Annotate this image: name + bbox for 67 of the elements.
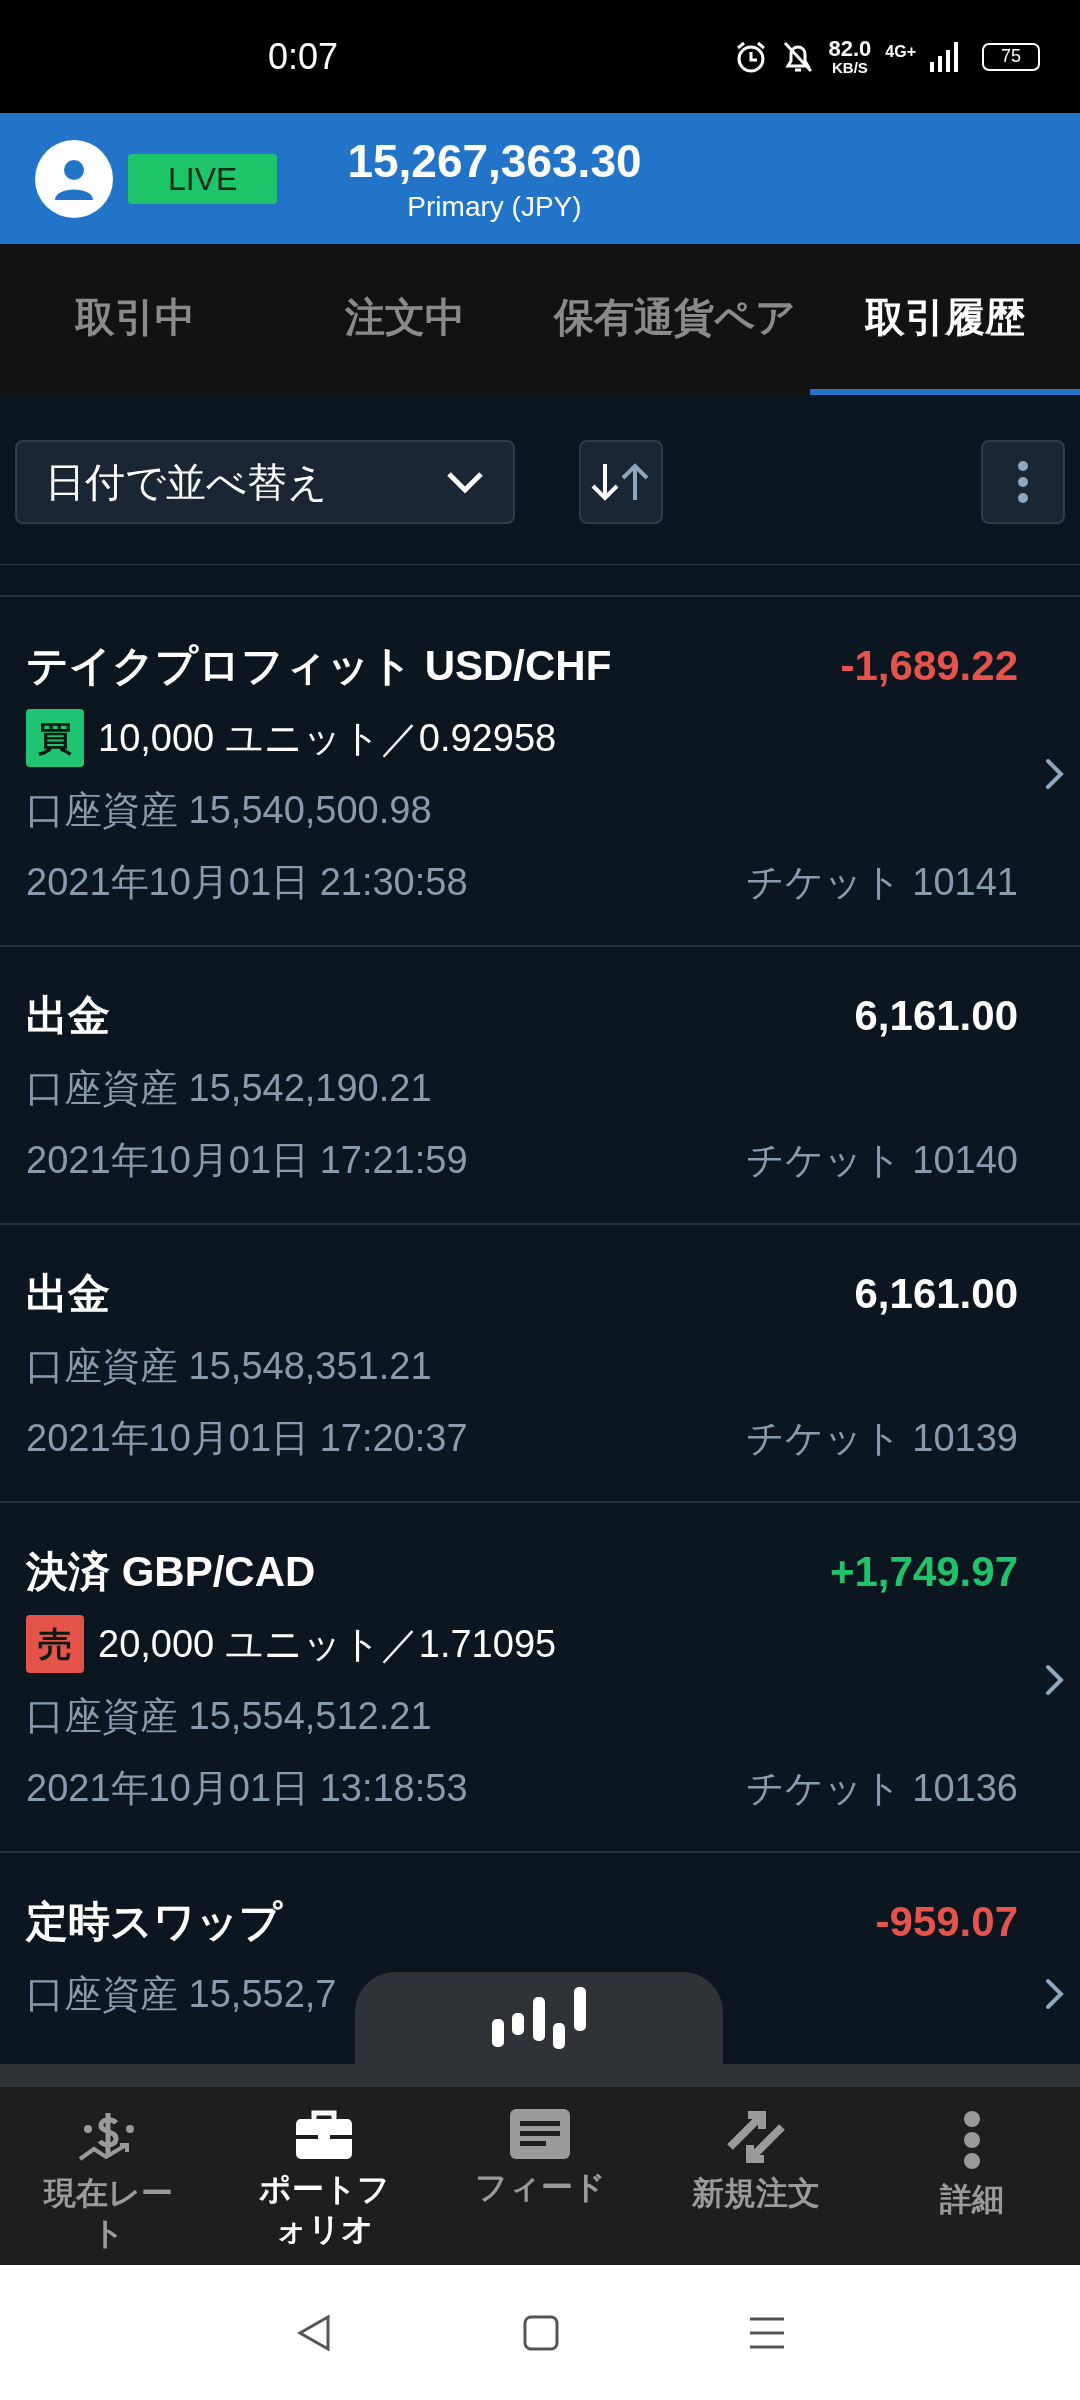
chart-tab-button[interactable] [355,1972,723,2064]
transaction-date: 2021年10月01日 21:30:58 [26,860,468,905]
menu-icon[interactable] [747,2315,786,2350]
network-type: 4G+ [885,42,916,62]
chevron-down-icon [445,470,485,494]
sort-order-button[interactable] [579,440,663,524]
clock-time: 0:07 [268,34,339,79]
transaction-date: 2021年10月01日 13:18:53 [26,1766,468,1811]
transaction-title: 出金 [26,1269,110,1319]
transaction-title: テイクプロフィット USD/CHF [26,641,612,691]
live-badge: LIVE [128,153,278,204]
ticket-number: チケット 10136 [745,1766,1018,1811]
sort-dropdown[interactable]: 日付で並べ替え [15,440,515,524]
account-equity: 口座資産 15,554,512.21 [26,1694,432,1739]
transaction-date: 2021年10月01日 17:21:59 [26,1138,468,1183]
nav-item[interactable]: 現在レート [0,2087,216,2265]
signal-icon [930,41,958,72]
history-row[interactable]: 出金 6,161.00 口座資産 15,542,190.21 2021年10月01日 17:21:59 チケット 10140 [0,945,1080,1223]
transaction-title: 出金 [26,991,110,1041]
transaction-amount: -959.07 [875,1897,1018,1947]
transaction-amount: 6,161.00 [854,1269,1018,1319]
nav-item[interactable]: フィード [432,2087,648,2265]
history-row[interactable]: テイクプロフィット USD/CHF -1,689.22 買 10,000 ユニット／0.92958 口座資産 15,540,500.98 2021年10月01日 21:30:58 チケット 10141 [0,595,1080,945]
chevron-right-icon [1044,757,1066,791]
tab[interactable]: 取引中 [0,244,270,395]
swap-arrows-icon [726,2109,786,2165]
network-speed: 82.0 [828,38,872,60]
account-balance: 15,267,363.30 [347,133,642,189]
transaction-amount: -1,689.22 [840,641,1018,691]
bell-off-icon [782,39,815,74]
nav-item[interactable]: 新規注文 [648,2087,864,2265]
more-icon [962,2109,982,2171]
more-options-button[interactable] [981,440,1065,524]
battery-indicator: 75 [982,42,1040,71]
account-equity: 口座資産 15,542,190.21 [26,1066,432,1111]
transaction-date: 2021年10月01日 17:20:37 [26,1416,468,1461]
ticket-number: チケット 10140 [745,1138,1018,1183]
history-row[interactable]: 決済 GBP/CAD +1,749.97 売 20,000 ユニット／1.71095 口座資産 15,554,512.21 2021年10月01日 13:18:53 チケット 10136 [0,1501,1080,1851]
account-equity: 口座資産 15,540,500.98 [26,788,432,833]
chevron-right-icon [1044,1977,1066,2011]
bar-chart-icon [492,1987,586,2049]
transaction-title: 決済 GBP/CAD [26,1547,316,1597]
ticket-number: チケット 10139 [745,1416,1018,1461]
more-icon [1017,460,1029,504]
side-badge: 買 [26,709,84,767]
account-equity: 口座資産 15,548,351.21 [26,1344,432,1389]
side-badge: 売 [26,1615,84,1673]
speed-unit: KB/S [831,60,868,75]
nav-item[interactable]: ポートフォリオ [216,2087,432,2265]
home-icon[interactable] [523,2314,559,2351]
transaction-amount: 6,161.00 [854,991,1018,1041]
transaction-amount: +1,749.97 [830,1547,1018,1597]
tab[interactable]: 取引履歴 [810,244,1080,395]
ticket-number: チケット 10141 [745,860,1018,905]
briefcase-icon [294,2109,354,2161]
nav-item[interactable]: 詳細 [864,2087,1080,2265]
account-name: Primary (JPY) [407,189,582,224]
units-price: 10,000 ユニット／0.92958 [98,716,557,761]
chevron-right-icon [1044,1663,1066,1697]
transaction-title: 定時スワップ [26,1897,282,1947]
account-equity: 口座資産 15,552,7 [26,1972,337,2017]
article-icon [510,2109,570,2159]
history-row[interactable]: 出金 6,161.00 口座資産 15,548,351.21 2021年10月01日 17:20:37 チケット 10139 [0,1223,1080,1501]
sort-arrows-icon [591,462,651,502]
tab[interactable]: 注文中 [270,244,540,395]
units-price: 20,000 ユニット／1.71095 [98,1622,557,1667]
tab[interactable]: 保有通貨ペア [540,244,810,395]
